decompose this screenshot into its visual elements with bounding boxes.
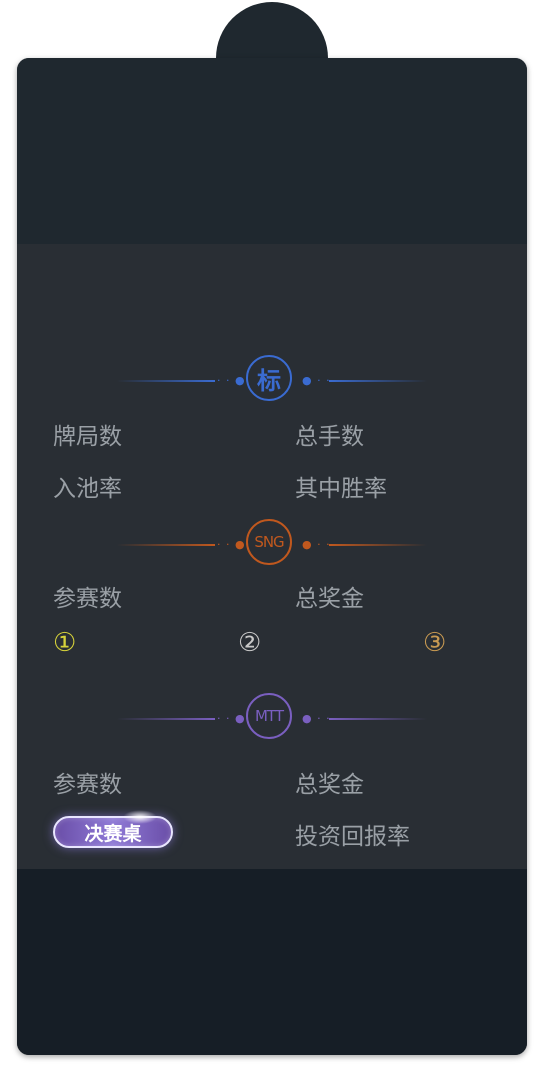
stat-win-rate-label: 其中胜率 [295,476,387,502]
divider-line-left [117,380,215,382]
section-badge-sng: SNG [246,519,292,565]
button-glare [123,810,157,824]
card-footer-area [17,869,527,1055]
stat-total-hands-label: 总手数 [295,424,364,450]
divider-dots-right: ● · · [302,712,331,725]
divider-line-right [329,380,427,382]
stat-hand-count-label: 牌局数 [53,424,122,450]
divider-line-right [329,544,427,546]
section-badge-mtt: MTT [246,693,292,739]
third-place-medal-icon: ③ [423,628,447,658]
divider-dots-left: · · ● [217,712,246,725]
first-place-medal-icon: ① [53,628,77,658]
divider-dots-left: · · ● [217,538,246,551]
divider-dots-right: ● · · [302,538,331,551]
mtt-roi-label: 投资回报率 [295,824,410,850]
sng-total-prize-label: 总奖金 [295,586,364,612]
sng-entries-label: 参赛数 [53,586,122,612]
divider-mtt: · · ● MTT ● · · [17,693,527,745]
section-badge-biao: 标 [246,355,292,401]
divider-line-left [117,718,215,720]
divider-dots-left: · · ● [217,374,246,387]
card-header-area [17,58,527,244]
divider-biao: · · ● 标 ● · · [17,355,527,407]
second-place-medal-icon: ② [238,628,262,658]
divider-sng: · · ● SNG ● · · [17,519,527,571]
divider-dots-right: ● · · [302,374,331,387]
divider-line-right [329,718,427,720]
final-table-button[interactable]: 决赛桌 [53,810,173,848]
mtt-entries-label: 参赛数 [53,772,122,798]
stats-card: · · ● 标 ● · · 牌局数 总手数 入池率 其中胜率 · · ● SNG… [17,58,527,1055]
divider-line-left [117,544,215,546]
mtt-total-prize-label: 总奖金 [295,772,364,798]
stat-vpip-label: 入池率 [53,476,122,502]
